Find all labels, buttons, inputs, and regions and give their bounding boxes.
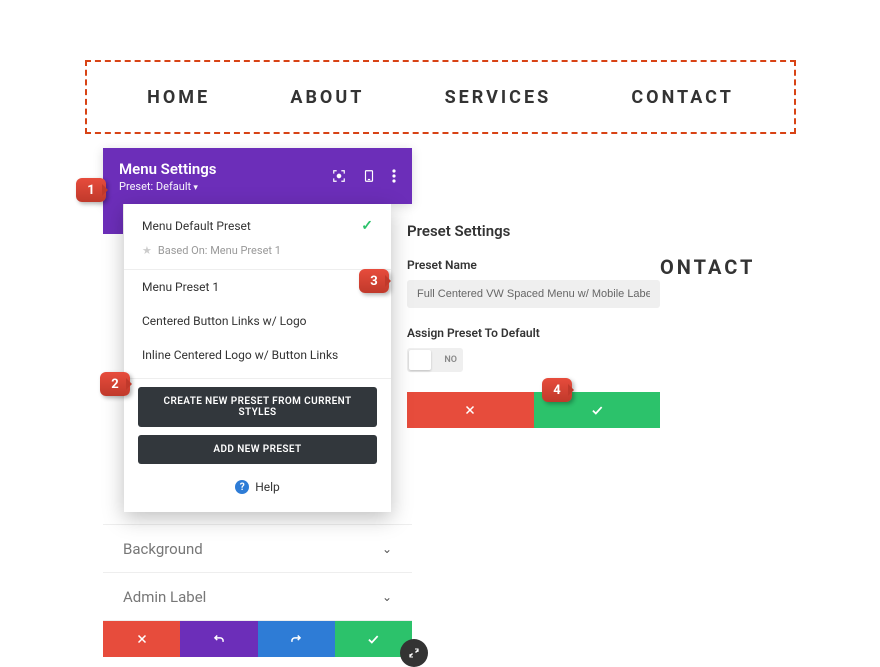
preset-cancel-button[interactable]	[407, 392, 534, 428]
assign-default-toggle[interactable]: NO	[407, 348, 463, 372]
panel-header: Menu Settings Preset: Default	[103, 148, 412, 204]
panel-title: Menu Settings	[119, 160, 332, 178]
preset-popover: Menu Default Preset ✓ ★ Based On: Menu P…	[124, 204, 391, 512]
preset-item-2[interactable]: Centered Button Links w/ Logo	[124, 304, 391, 338]
cancel-button[interactable]	[103, 621, 180, 657]
preset-based-on: ★ Based On: Menu Preset 1	[124, 244, 391, 270]
callout-2: 2	[100, 372, 130, 396]
chevron-down-icon: ⌄	[382, 590, 392, 604]
toggle-knob	[409, 350, 431, 370]
preset-default-label: Menu Default Preset	[142, 219, 251, 233]
preset-name-input[interactable]	[407, 280, 660, 308]
help-icon: ?	[235, 480, 249, 494]
nav-item-services[interactable]: SERVICES	[445, 87, 552, 108]
panel-tab-strip	[103, 204, 123, 234]
add-preset-button[interactable]: ADD NEW PRESET	[138, 435, 377, 464]
accordion-admin-label-label: Admin Label	[123, 588, 206, 606]
accordion-background-label: Background	[123, 540, 203, 558]
callout-3: 3	[359, 269, 389, 293]
create-preset-button[interactable]: CREATE NEW PRESET FROM CURRENT STYLES	[138, 387, 377, 427]
check-icon: ✓	[361, 218, 373, 234]
callout-4: 4	[542, 378, 572, 402]
preset-name-label: Preset Name	[407, 258, 660, 272]
focus-icon[interactable]	[332, 169, 346, 183]
preset-item-3[interactable]: Inline Centered Logo w/ Button Links	[124, 338, 391, 372]
preset-settings-title: Preset Settings	[407, 222, 660, 240]
nav-item-contact[interactable]: CONTACT	[631, 87, 733, 108]
help-text: Help	[255, 480, 280, 494]
selected-menu-module[interactable]: HOME ABOUT SERVICES CONTACT	[85, 60, 796, 134]
background-nav-fragment: ONTACT	[660, 255, 755, 279]
panel-action-bar	[103, 621, 412, 657]
divider	[124, 378, 391, 379]
nav-item-home[interactable]: HOME	[147, 87, 210, 108]
preset-settings-actions	[407, 392, 660, 428]
assign-default-label: Assign Preset To Default	[407, 326, 660, 340]
redo-button[interactable]	[258, 621, 335, 657]
preset-default-item[interactable]: Menu Default Preset ✓	[124, 204, 391, 244]
resize-handle[interactable]	[400, 639, 428, 667]
star-icon: ★	[142, 244, 152, 257]
menu-settings-panel: Menu Settings Preset: Default	[103, 148, 412, 204]
responsive-icon[interactable]	[362, 169, 376, 183]
accordion-admin-label[interactable]: Admin Label ⌄	[103, 573, 412, 621]
help-link[interactable]: ? Help	[124, 464, 391, 504]
preset-based-on-text: Based On: Menu Preset 1	[158, 244, 281, 257]
nav-item-about[interactable]: ABOUT	[290, 87, 364, 108]
chevron-down-icon: ⌄	[382, 542, 392, 556]
preset-dropdown-trigger[interactable]: Preset: Default	[119, 180, 332, 193]
undo-button[interactable]	[180, 621, 257, 657]
preset-item-1[interactable]: Menu Preset 1	[124, 270, 391, 304]
preset-settings-panel: Preset Settings Preset Name Assign Prese…	[407, 216, 660, 428]
toggle-off-text: NO	[444, 355, 457, 365]
callout-1: 1	[76, 178, 106, 202]
more-icon[interactable]	[392, 169, 396, 183]
accordion-background[interactable]: Background ⌄	[103, 525, 412, 573]
